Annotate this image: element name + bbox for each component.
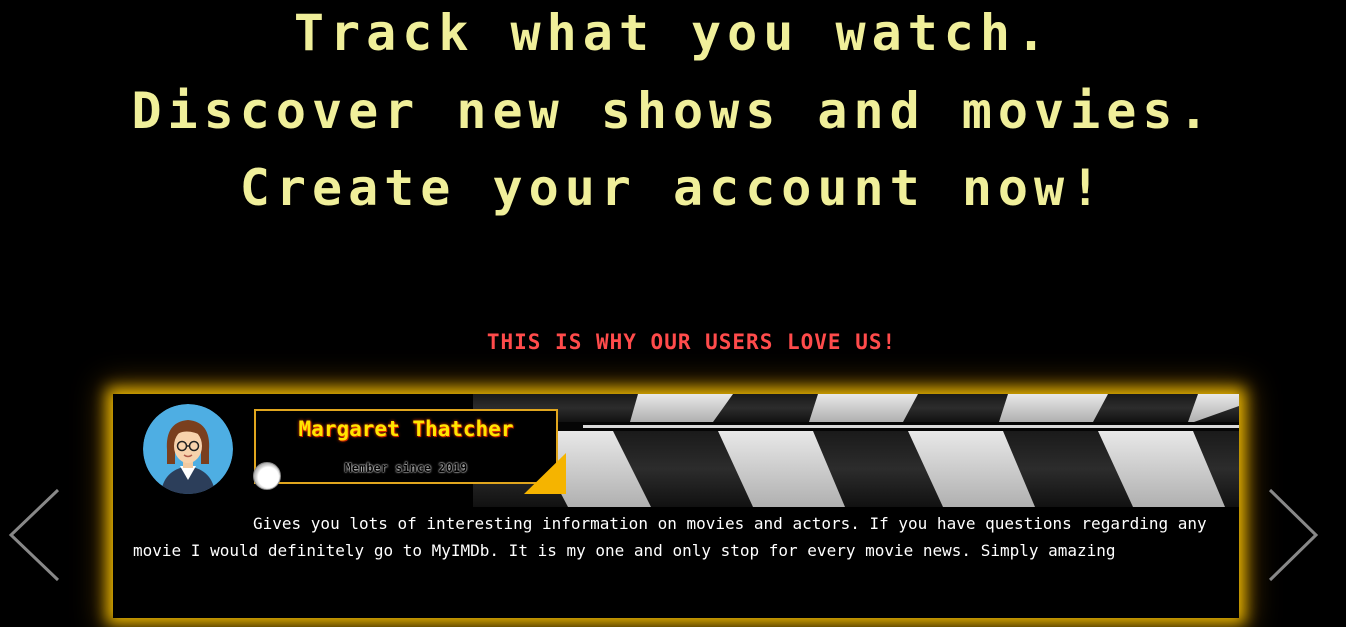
hero-headline-1: Track what you watch. (293, 4, 1053, 62)
review-text: Gives you lots of interesting informatio… (133, 514, 1207, 560)
hero-headline-2: Discover new shows and movies. (131, 82, 1215, 140)
corner-accent (524, 453, 566, 494)
user-name: Margaret Thatcher (298, 417, 514, 441)
quote-badge-icon (253, 462, 281, 490)
chevron-left-icon (8, 488, 60, 582)
carousel-prev-button[interactable] (6, 488, 66, 584)
testimonial-card: Margaret Thatcher Member since 2019 Give… (113, 394, 1239, 618)
testimonials-heading: THIS IS WHY OUR USERS LOVE US! (486, 330, 897, 354)
carousel-next-button[interactable] (1264, 488, 1324, 584)
woman-avatar-icon (143, 404, 233, 494)
user-info-box: Margaret Thatcher Member since 2019 (254, 409, 558, 484)
chevron-right-icon (1268, 488, 1319, 582)
user-avatar (143, 404, 233, 494)
hero-headline-3: Create your account now! (239, 159, 1107, 217)
member-since: Member since 2019 (344, 461, 468, 475)
